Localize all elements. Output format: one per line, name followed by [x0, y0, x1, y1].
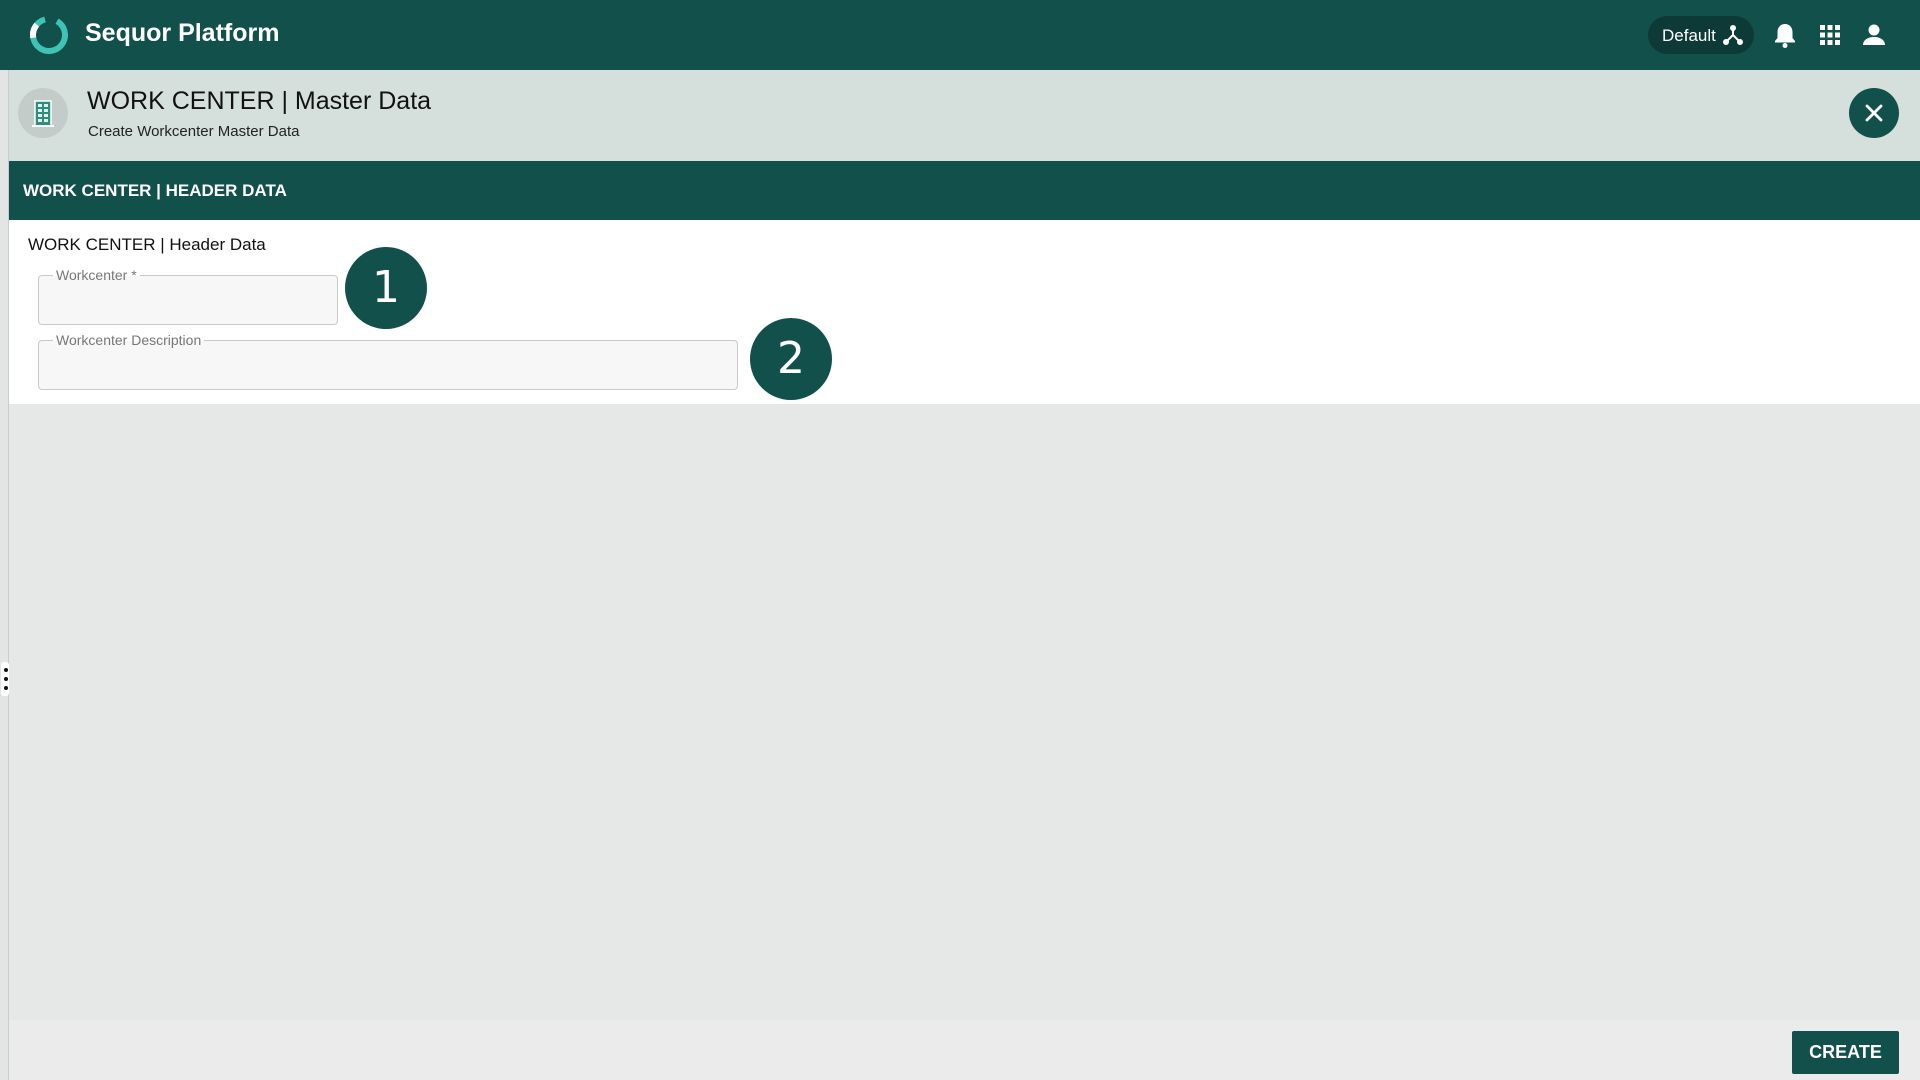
annotation-badge-2: 2 [750, 318, 832, 400]
left-sidebar-rail [0, 70, 9, 1080]
section-header-bar: WORK CENTER | HEADER DATA [9, 161, 1920, 220]
header-data-form: WORK CENTER | Header Data Workcenter * W… [9, 220, 1920, 404]
create-button[interactable]: CREATE [1792, 1031, 1899, 1074]
sequor-logo-icon[interactable] [28, 14, 70, 56]
workcenter-description-field-label: Workcenter Description [53, 332, 205, 348]
network-icon [1723, 25, 1743, 45]
dot-icon [4, 668, 8, 672]
section-title: WORK CENTER | HEADER DATA [23, 181, 287, 200]
bell-icon[interactable] [1770, 20, 1800, 50]
app-title[interactable]: Sequor Platform [85, 19, 279, 48]
page-title: WORK CENTER | Master Data [87, 87, 432, 115]
close-icon [1865, 104, 1883, 122]
apps-grid-icon[interactable] [1815, 20, 1845, 50]
page-subtitle: Create Workcenter Master Data [88, 123, 300, 140]
annotation-badge-1: 1 [345, 247, 427, 329]
workcenter-field-label: Workcenter * [53, 267, 140, 283]
page-header: WORK CENTER | Master Data Create Workcen… [9, 70, 1920, 161]
workcenter-description-input[interactable] [49, 353, 731, 379]
close-button[interactable] [1849, 88, 1899, 138]
form-heading: WORK CENTER | Header Data [28, 235, 266, 254]
top-app-bar: Sequor Platform Default [0, 0, 1920, 70]
workcenter-input[interactable] [49, 288, 331, 314]
workcenter-description-field[interactable]: Workcenter Description [38, 332, 738, 390]
footer-action-bar: CREATE [9, 1020, 1920, 1080]
user-icon[interactable] [1859, 20, 1889, 50]
module-icon [18, 88, 68, 138]
sidebar-toggle-handle[interactable] [1, 662, 9, 696]
workcenter-field[interactable]: Workcenter * [38, 267, 338, 325]
environment-selector[interactable]: Default [1648, 16, 1754, 54]
building-icon [32, 100, 54, 127]
environment-label: Default [1662, 26, 1716, 45]
dot-icon [4, 677, 8, 681]
dot-icon [4, 686, 8, 690]
